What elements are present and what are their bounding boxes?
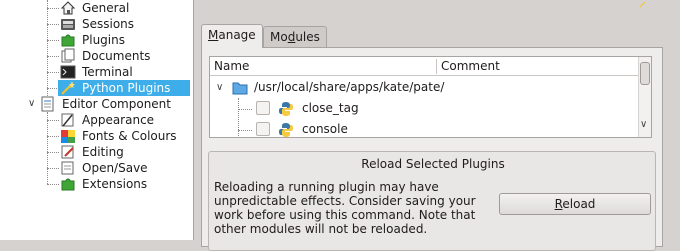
button-label-rest: eload [562, 197, 596, 211]
documents-icon [61, 48, 75, 63]
column-header-comment[interactable]: Comment [441, 57, 500, 76]
tree-item-editor-component[interactable]: Editor Component [40, 96, 190, 112]
tree-item-sessions[interactable]: Sessions [60, 16, 190, 32]
folder-path: /usr/local/share/apps/kate/pate/ [254, 80, 445, 94]
list-item-plugin[interactable]: console [210, 119, 640, 137]
editing-icon [61, 145, 74, 159]
puzzle-icon [61, 178, 75, 191]
tree-item-editing[interactable]: Editing [60, 144, 190, 160]
sessions-icon [61, 19, 75, 30]
tree-item-plugins[interactable]: Plugins [60, 32, 190, 48]
column-divider[interactable] [436, 59, 437, 74]
tree-branch-line [47, 40, 59, 41]
list-item-root-folder[interactable]: ∨ /usr/local/share/apps/kate/pate/ [210, 77, 640, 98]
tree-branch-line [47, 152, 59, 153]
tree-item-label: Documents [82, 49, 151, 63]
home-icon [60, 1, 76, 15]
tree-branch-line [47, 120, 59, 121]
tree-item-label: Open/Save [82, 161, 148, 175]
tree-item-documents[interactable]: Documents [60, 48, 190, 64]
tree-item-label: Editing [82, 145, 124, 159]
tab-mnemonic: M [208, 28, 219, 42]
tree-item-extensions[interactable]: Extensions [60, 176, 190, 192]
reload-button[interactable]: Reload [499, 193, 651, 215]
python-icon [279, 102, 293, 116]
tree-branch-line [47, 56, 59, 57]
puzzle-icon [61, 34, 75, 47]
list-item-plugin[interactable]: close_tag [210, 98, 640, 119]
fonts-colours-icon [61, 130, 75, 143]
settings-page: Manage Modules Name Comment ∨ /usr/local… [195, 0, 680, 251]
plugin-list[interactable]: Name Comment ∨ /usr/local/share/apps/kat… [209, 56, 652, 138]
tree-item-label: Plugins [82, 33, 125, 47]
tree-item-appearance[interactable]: Appearance [60, 112, 190, 128]
plugin-checkbox[interactable] [256, 101, 270, 115]
tree-item-label: General [82, 1, 130, 15]
collapse-arrow-icon[interactable]: ∨ [216, 77, 223, 98]
tree-item-terminal[interactable]: Terminal [60, 64, 190, 80]
tree-branch-line [47, 184, 59, 185]
tree-branch-line [47, 72, 59, 73]
tree-item-label: Appearance [82, 113, 155, 127]
tree-item-fonts-colours[interactable]: Fonts & Colours [60, 128, 190, 144]
list-scrollbar[interactable]: ∨ [638, 57, 651, 137]
python-icon [279, 123, 293, 137]
editor-icon [41, 96, 54, 112]
plugin-name: close_tag [302, 101, 359, 115]
list-header: Name Comment [210, 57, 640, 76]
tab-manage[interactable]: Manage [201, 24, 263, 48]
folder-icon [232, 82, 248, 95]
reload-group-title: Reload Selected Plugins [361, 157, 505, 171]
tree-item-label: Python Plugins [82, 81, 171, 95]
tree-item-label: Extensions [82, 177, 148, 191]
terminal-icon [60, 65, 76, 79]
tree-branch-line [47, 8, 59, 9]
tab-bar: Manage Modules [195, 24, 680, 48]
scrollbar-thumb[interactable] [640, 62, 650, 85]
tree-item-open-save[interactable]: Open/Save [60, 160, 190, 176]
settings-tree[interactable]: ∨ General Sessions Plugins Documents Ter… [0, 0, 194, 240]
manage-tab-page: Name Comment ∨ /usr/local/share/apps/kat… [201, 47, 663, 251]
tab-label-rest: anage [218, 28, 256, 42]
tree-item-label: Sessions [82, 17, 135, 31]
column-header-name[interactable]: Name [214, 57, 249, 76]
tab-modules[interactable]: Modules [263, 26, 327, 48]
tree-branch-line [47, 24, 59, 25]
collapse-arrow-icon[interactable]: ∨ [28, 98, 35, 109]
tab-label-rest: ules [295, 30, 320, 44]
tree-branch-line [47, 0, 48, 96]
open-save-icon [61, 161, 74, 175]
tab-label-prefix: Mo [270, 30, 288, 44]
plugin-checkbox[interactable] [256, 122, 270, 136]
reload-description: Reloading a running plugin may have unpr… [214, 180, 476, 236]
tree-branch-line [47, 168, 59, 169]
tree-branch-line [47, 136, 59, 137]
tree-item-python-plugins[interactable]: Python Plugins [58, 80, 190, 96]
tree-item-label: Terminal [82, 65, 133, 79]
scroll-down-arrow-icon[interactable]: ∨ [640, 119, 647, 130]
tree-branch-line [47, 112, 48, 184]
plugin-name: console [302, 122, 348, 136]
tree-item-label: Fonts & Colours [82, 129, 177, 143]
appearance-icon [61, 113, 74, 127]
python-wand-icon [639, 1, 646, 8]
tree-item-general[interactable]: General [60, 0, 190, 16]
tree-item-label: Editor Component [62, 97, 171, 111]
reload-group: Reload Selected Plugins Reloading a runn… [208, 151, 656, 251]
python-wand-icon [61, 81, 75, 95]
